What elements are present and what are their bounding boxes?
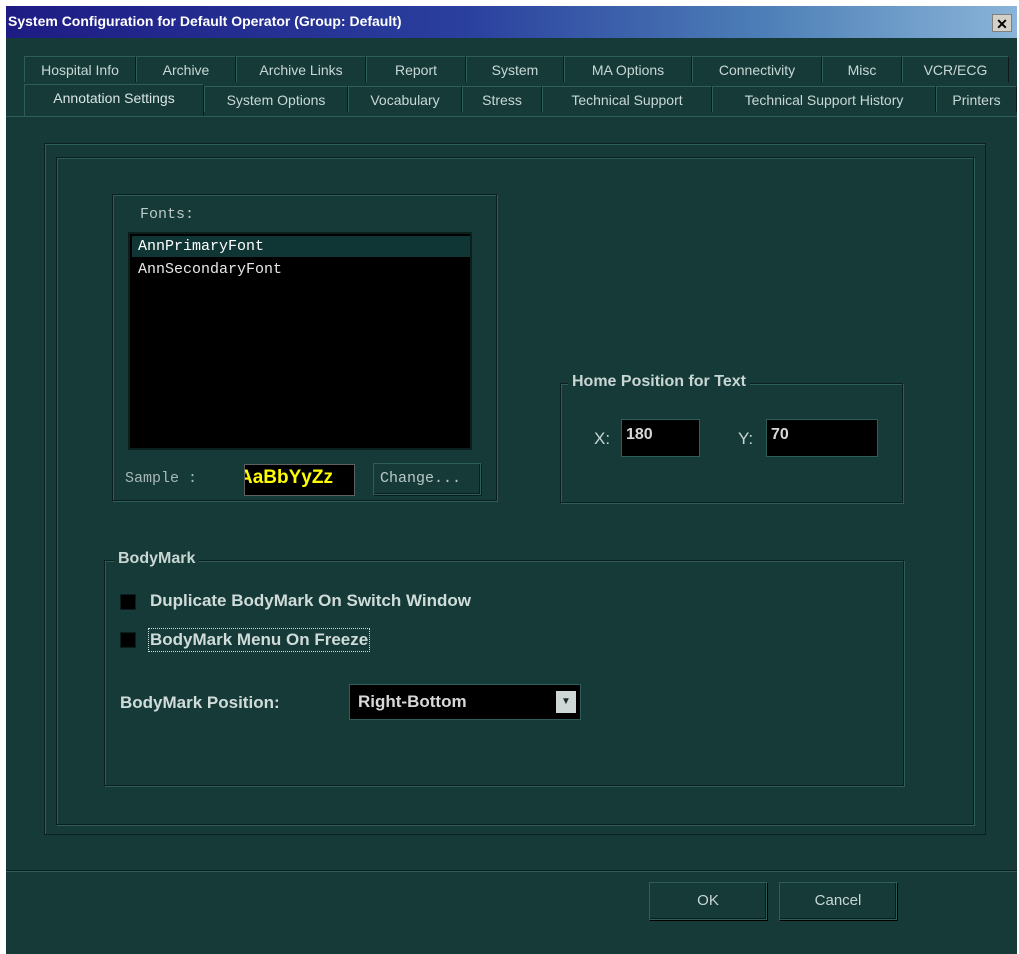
- tab-report[interactable]: Report: [366, 56, 466, 82]
- font-sample-preview: AaBbYyZz: [244, 464, 355, 496]
- footer-divider: [6, 870, 1017, 872]
- tab-system[interactable]: System: [466, 56, 564, 82]
- x-position-input[interactable]: 180: [621, 419, 700, 457]
- bodymark-title: BodyMark: [114, 550, 200, 568]
- bodymark-position-value: Right-Bottom: [358, 692, 467, 711]
- home-position-title: Home Position for Text: [568, 373, 750, 391]
- sample-label: Sample :: [125, 470, 198, 487]
- bodymark-position-label: BodyMark Position:: [120, 693, 280, 712]
- fonts-list-item-primary[interactable]: AnnPrimaryFont: [132, 236, 470, 257]
- fonts-list[interactable]: AnnPrimaryFont AnnSecondaryFont: [128, 232, 472, 450]
- tab-printers[interactable]: Printers: [936, 86, 1017, 112]
- close-icon: ✕: [996, 16, 1008, 32]
- close-button[interactable]: ✕: [992, 14, 1012, 32]
- font-sample-text: AaBbYyZz: [244, 467, 333, 488]
- ok-button[interactable]: OK: [649, 882, 767, 920]
- tab-technical-support[interactable]: Technical Support: [542, 86, 712, 112]
- tab-stress[interactable]: Stress: [462, 86, 542, 112]
- tab-annotation-settings[interactable]: Annotation Settings: [24, 84, 204, 116]
- y-position-input[interactable]: 70: [766, 419, 878, 457]
- duplicate-bodymark-checkbox[interactable]: [120, 594, 136, 610]
- bodymark-position-select[interactable]: Right-Bottom ▼: [349, 684, 581, 720]
- y-label: Y:: [738, 429, 754, 448]
- bodymark-menu-freeze-label[interactable]: BodyMark Menu On Freeze: [147, 628, 371, 652]
- bodymark-menu-freeze-checkbox[interactable]: [120, 632, 136, 648]
- tab-ma-options[interactable]: MA Options: [564, 56, 692, 82]
- tab-vcr-ecg[interactable]: VCR/ECG: [902, 56, 1009, 82]
- title-bar[interactable]: System Configuration for Default Operato…: [6, 6, 1017, 38]
- fonts-label: Fonts:: [140, 206, 195, 223]
- tab-misc[interactable]: Misc: [822, 56, 902, 82]
- tab-archive[interactable]: Archive: [136, 56, 236, 82]
- window-title: System Configuration for Default Operato…: [8, 13, 402, 29]
- fonts-list-item-secondary[interactable]: AnnSecondaryFont: [132, 259, 470, 280]
- cancel-button[interactable]: Cancel: [779, 882, 897, 920]
- tab-system-options[interactable]: System Options: [204, 86, 348, 112]
- duplicate-bodymark-label[interactable]: Duplicate BodyMark On Switch Window: [150, 591, 471, 611]
- x-label: X:: [594, 429, 611, 448]
- tab-hospital-info[interactable]: Hospital Info: [24, 56, 136, 82]
- chevron-down-icon[interactable]: ▼: [556, 691, 576, 713]
- tab-technical-support-history[interactable]: Technical Support History: [712, 86, 936, 112]
- tab-archive-links[interactable]: Archive Links: [236, 56, 366, 82]
- tab-row-1: Hospital Info Archive Archive Links Repo…: [6, 56, 1017, 84]
- change-font-button[interactable]: Change...: [373, 463, 481, 495]
- tab-vocabulary[interactable]: Vocabulary: [348, 86, 462, 112]
- tab-row-2: Annotation Settings System Options Vocab…: [6, 84, 1017, 116]
- tab-connectivity[interactable]: Connectivity: [692, 56, 822, 82]
